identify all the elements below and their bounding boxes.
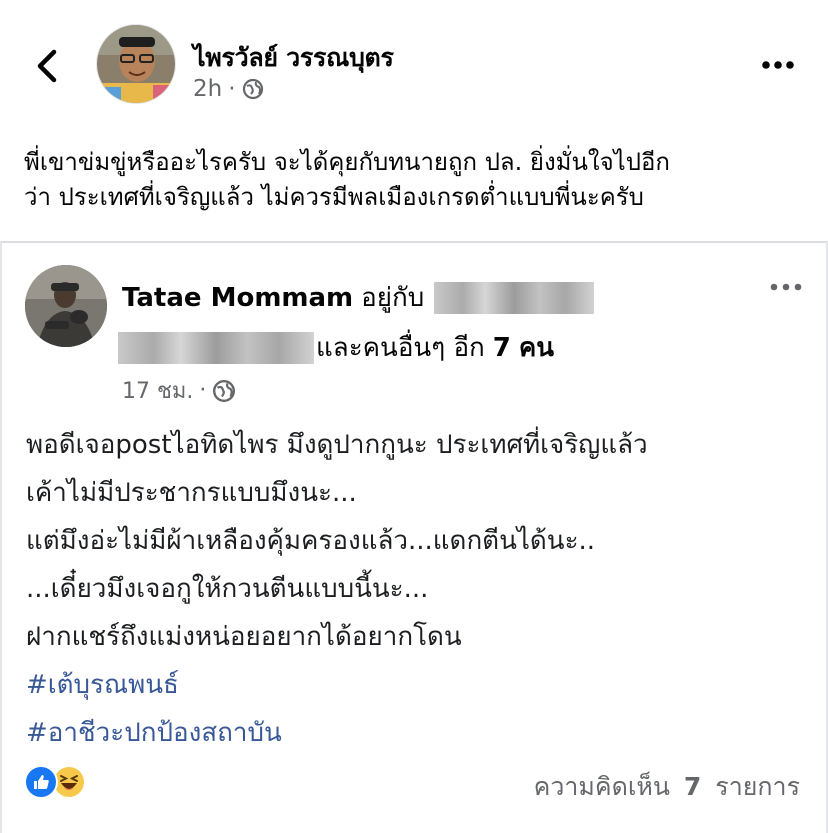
- shared-more-button: [766, 277, 806, 297]
- post-more-button[interactable]: [758, 50, 798, 80]
- profile-photo: [97, 25, 175, 103]
- shared-post-body: พอดีเจอpostไอทิดไพร มึงดูปากกูนะ ประเทศท…: [26, 421, 648, 757]
- profile-photo: [25, 265, 107, 347]
- shared-author-avatar: [25, 265, 107, 347]
- tagged-with-label: อยู่กับ: [361, 283, 425, 313]
- globe-icon: [213, 379, 236, 402]
- post-time[interactable]: 2h: [193, 76, 222, 102]
- globe-icon: [242, 78, 263, 100]
- others-count: 7: [492, 332, 511, 363]
- shared-header-line: Tatae Mommam อยู่กับ: [122, 277, 595, 318]
- meta-separator: ·: [199, 378, 207, 403]
- shared-text-line: เค้าไม่มีประชากรแบบมึงนะ...: [26, 478, 357, 508]
- comment-count: ความคิดเห็น 7 รายการ: [534, 767, 800, 807]
- shared-post-time: 17 ชม.: [122, 379, 194, 404]
- shared-post-meta: 17 ชม. ·: [122, 373, 236, 408]
- author-avatar[interactable]: [96, 24, 176, 104]
- attached-screenshot[interactable]: Tatae Mommam อยู่กับ และคนอื่นๆ อีก 7 คน…: [0, 241, 828, 833]
- comment-count-unit: รายการ: [715, 772, 800, 801]
- back-button[interactable]: [30, 44, 66, 88]
- post-meta: 2h ·: [193, 76, 264, 102]
- shared-text-line: ...เดี๋ยวมึงเจอกูให้กวนตีนแบบนี้นะ...: [26, 574, 429, 604]
- tagged-others-line: และคนอื่นๆ อีก 7 คน: [118, 327, 554, 368]
- author-name[interactable]: ไพรวัลย์ วรรณบุตร: [193, 38, 394, 78]
- hashtag-link: #อาชีวะปกป้องสถาบัน: [26, 718, 282, 748]
- post-text-line: พี่เขาข่มขู่หรืออะไรครับ จะได้คุยกับทนาย…: [24, 148, 670, 176]
- chevron-left-icon: [37, 49, 57, 83]
- redacted-tag: [118, 331, 314, 364]
- shared-text-line: แต่มึงอ่ะไม่มีผ้าเหลืองคุ้มครองแล้ว...แด…: [26, 526, 596, 556]
- shared-author-name[interactable]: Tatae Mommam: [122, 283, 353, 313]
- post-text-line: ว่า ประเทศที่เจริญแล้ว ไม่ควรมีพลเมืองเก…: [24, 183, 644, 211]
- post-text: พี่เขาข่มขู่หรืออะไรครับ จะได้คุยกับทนาย…: [24, 145, 814, 215]
- others-unit: คน: [518, 333, 555, 363]
- more-horizontal-icon: [770, 283, 802, 291]
- meta-separator: ·: [228, 76, 236, 102]
- like-icon: [24, 765, 58, 799]
- others-text: และคนอื่นๆ อีก: [316, 333, 485, 363]
- redacted-tag: [434, 281, 595, 314]
- reaction-icons: [24, 765, 86, 799]
- more-horizontal-icon: [762, 61, 794, 69]
- comment-count-label: ความคิดเห็น: [533, 772, 670, 801]
- hashtag-link: #เต้บุรณพนธ์: [26, 670, 179, 700]
- comment-count-number: 7: [683, 772, 702, 801]
- shared-text-line: ฝากแชร์ถึงแม่งหน่อยอยากได้อยากโดน: [26, 622, 462, 652]
- shared-text-line: พอดีเจอpostไอทิดไพร มึงดูปากกูนะ ประเทศท…: [26, 430, 648, 460]
